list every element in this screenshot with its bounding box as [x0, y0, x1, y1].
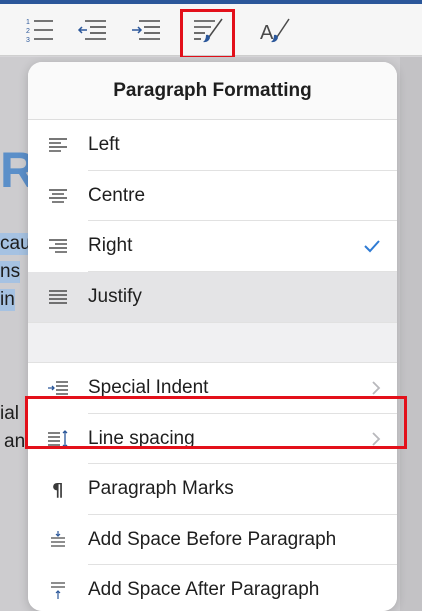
increase-indent-icon[interactable] — [126, 10, 166, 50]
align-right-label: Right — [88, 235, 133, 257]
doc-fragment-line1: cau — [0, 233, 31, 255]
doc-fragment-line2: ns — [0, 261, 21, 283]
align-center-icon — [28, 186, 88, 206]
section-gap — [28, 322, 397, 363]
doc-fragment-line3: in — [0, 289, 15, 311]
popover-title: Paragraph Formatting — [113, 79, 312, 101]
align-centre-label: Centre — [88, 184, 146, 206]
svg-text:3: 3 — [26, 37, 30, 44]
align-left-item[interactable]: Left — [28, 120, 397, 171]
formatting-toolbar: 1 2 3 A — [0, 4, 422, 59]
toolbar-highlight-box — [180, 9, 235, 59]
svg-text:1: 1 — [26, 19, 30, 26]
doc-fragment-line5: an — [4, 431, 26, 452]
popover-header: Paragraph Formatting — [28, 62, 397, 120]
align-right-item[interactable]: Right — [28, 221, 397, 272]
align-justify-label: Justify — [88, 285, 142, 307]
styles-icon[interactable]: A — [255, 10, 295, 50]
align-right-icon — [28, 236, 88, 256]
checkmark-icon — [363, 221, 381, 272]
doc-fragment-line4: ial — [0, 403, 20, 424]
line-spacing-highlight-box — [25, 396, 407, 449]
doc-right-margin — [400, 57, 422, 611]
pilcrow-icon: ¶ — [28, 479, 88, 499]
svg-text:A: A — [260, 22, 274, 44]
align-centre-item[interactable]: Centre — [28, 170, 397, 221]
svg-text:¶: ¶ — [52, 480, 63, 499]
align-justify-item[interactable]: Justify — [28, 271, 397, 322]
space-before-label: Add Space Before Paragraph — [88, 528, 337, 550]
svg-text:2: 2 — [26, 28, 30, 35]
space-before-icon — [28, 530, 88, 550]
numbered-list-icon[interactable]: 1 2 3 — [20, 10, 60, 50]
paragraph-marks-item[interactable]: ¶ Paragraph Marks — [28, 464, 397, 515]
align-justify-icon — [28, 287, 88, 307]
align-left-label: Left — [88, 134, 120, 156]
space-after-label: Add Space After Paragraph — [88, 579, 320, 601]
space-before-item[interactable]: Add Space Before Paragraph — [28, 514, 397, 565]
decrease-indent-icon[interactable] — [72, 10, 112, 50]
space-after-icon — [28, 580, 88, 600]
align-left-icon — [28, 135, 88, 155]
paragraph-formatting-popover: Paragraph Formatting Left Centre Right J… — [28, 62, 397, 611]
paragraph-marks-label: Paragraph Marks — [88, 478, 234, 500]
space-after-item[interactable]: Add Space After Paragraph — [28, 565, 397, 611]
